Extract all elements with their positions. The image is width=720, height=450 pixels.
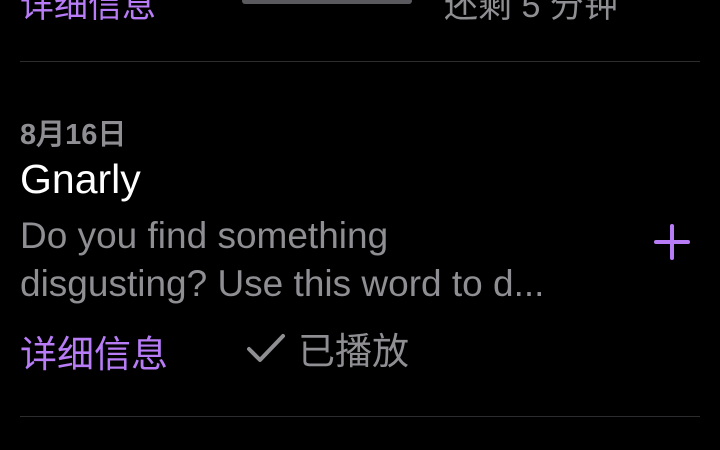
episode-description-line-2: disgusting? Use this word to d... bbox=[20, 263, 545, 304]
previous-episode-row: 详细信息 还剩 5 分钟 bbox=[0, 0, 720, 25]
episode-details-link[interactable]: 详细信息 bbox=[20, 324, 168, 378]
plus-icon bbox=[654, 224, 690, 260]
add-to-queue-button[interactable] bbox=[650, 220, 694, 264]
previous-progress-bar bbox=[242, 0, 412, 4]
played-label: 已播放 bbox=[298, 331, 409, 372]
episode-description-line-1: Do you find something bbox=[20, 215, 389, 256]
previous-details-link[interactable]: 详细信息 bbox=[20, 0, 156, 27]
previous-remaining-time: 还剩 5 分钟 bbox=[444, 0, 618, 25]
checkmark-icon bbox=[247, 334, 285, 362]
divider-bottom bbox=[20, 416, 700, 417]
episode-description: Do you find something disgusting? Use th… bbox=[20, 212, 620, 308]
played-status: 已播放 bbox=[244, 324, 409, 372]
episode-item[interactable]: 8月16日 Gnarly Do you find something disgu… bbox=[0, 62, 720, 416]
episode-title: Gnarly bbox=[20, 156, 141, 202]
episode-date: 8月16日 bbox=[20, 119, 127, 151]
